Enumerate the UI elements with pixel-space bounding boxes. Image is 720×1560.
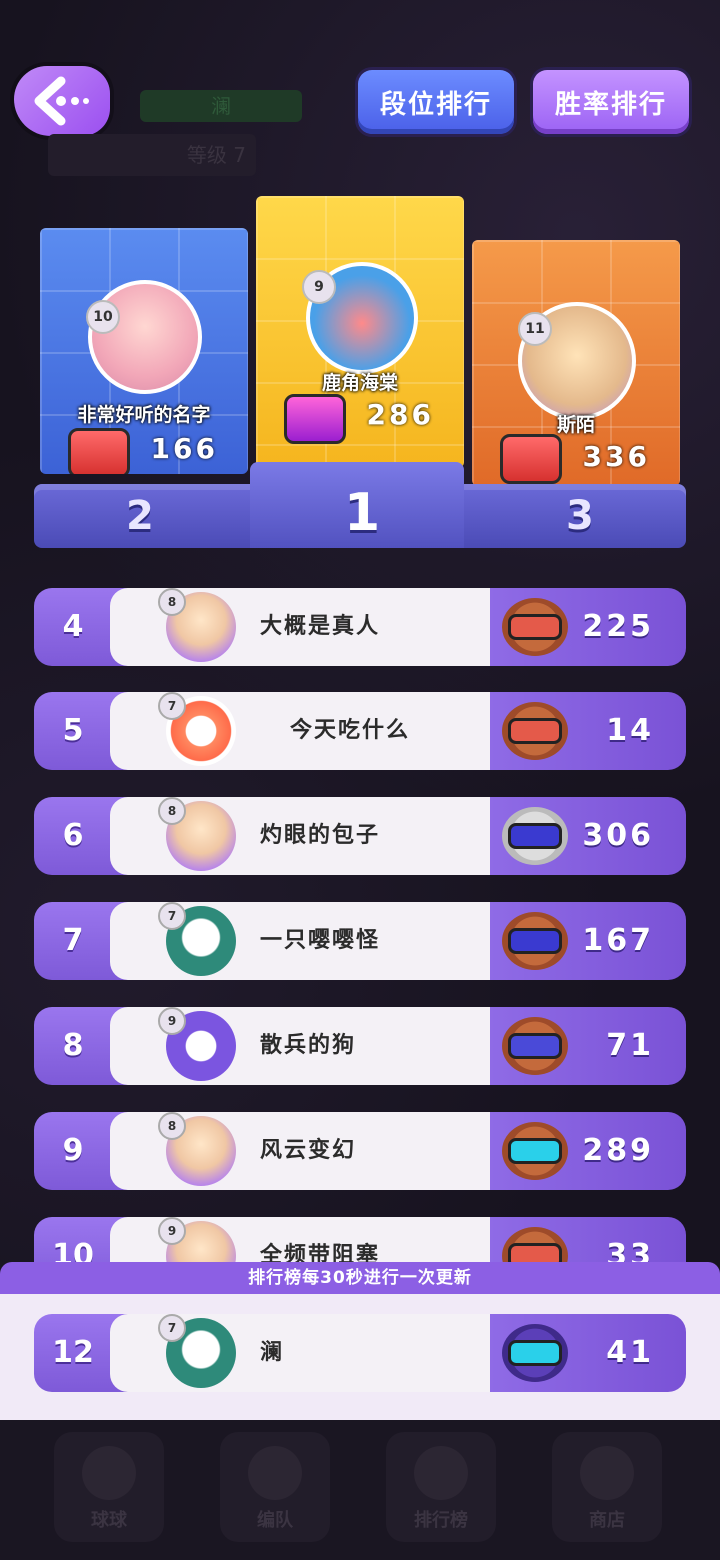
my-rank-row[interactable]: 12 7 澜 41: [34, 1314, 686, 1392]
list-item[interactable]: 4 8 大概是真人 225: [34, 588, 686, 666]
tab-winrate-ranking[interactable]: 胜率排行: [533, 70, 689, 134]
score: 14: [606, 713, 654, 748]
back-arrow-icon: [34, 76, 89, 126]
player-name: 鹿角海棠: [321, 372, 398, 394]
score: 336: [582, 440, 650, 473]
back-button[interactable]: [14, 66, 110, 136]
player-name-ghost: 澜: [140, 90, 302, 122]
player-card: 8 灼眼的包子 306: [110, 797, 686, 875]
nav-label: 球球: [91, 1510, 127, 1531]
team-icon: [248, 1446, 302, 1500]
goggles-icon: [500, 434, 562, 484]
player-card: 7 澜 41: [110, 1314, 686, 1392]
list-item[interactable]: 5 7 今天吃什么 14: [34, 692, 686, 770]
place-number: 2: [126, 493, 154, 539]
rank-number: 5: [62, 713, 84, 748]
rank-number: 12: [52, 1335, 94, 1370]
list-item[interactable]: 9 8 风云变幻 289: [34, 1112, 686, 1190]
rank-number: 8: [62, 1028, 84, 1063]
level-badge: 8: [158, 1112, 186, 1140]
player-name: 非常好听的名字: [77, 404, 211, 426]
player-name: 大概是真人: [260, 614, 381, 639]
level-badge: 7: [158, 692, 186, 720]
score: 306: [582, 818, 654, 853]
goggles-icon: [502, 702, 568, 760]
ball-icon: [82, 1446, 136, 1500]
list-item[interactable]: 7 7 一只嘤嘤怪 167: [34, 902, 686, 980]
goggles-icon: [502, 1324, 568, 1382]
level-badge: 8: [158, 797, 186, 825]
player-name: 风云变幻: [260, 1138, 357, 1163]
level-badge: 11: [518, 312, 552, 346]
update-notice: 排行榜每30秒进行一次更新: [0, 1262, 720, 1294]
goggles-icon: [68, 428, 130, 474]
place-number: 1: [344, 483, 381, 543]
avatar: [88, 280, 202, 394]
player-name: 澜: [260, 1340, 285, 1365]
podium-third[interactable]: 11 斯陌 336: [472, 240, 680, 486]
score: 286: [366, 398, 434, 431]
player-level-ghost: 等级 7: [48, 134, 256, 176]
rank-number: 6: [62, 818, 84, 853]
goggles-icon: [284, 394, 346, 444]
nav-ball[interactable]: 球球: [54, 1432, 164, 1542]
goggles-icon: [502, 807, 568, 865]
level-badge: 9: [158, 1007, 186, 1035]
rank-number: 9: [62, 1133, 84, 1168]
score: 41: [606, 1335, 654, 1370]
bottom-nav: 球球 编队 排行榜 商店: [0, 1420, 720, 1560]
score: 289: [582, 1133, 654, 1168]
goggles-icon: [502, 598, 568, 656]
nav-label: 编队: [257, 1510, 293, 1531]
goggles-icon: [502, 1122, 568, 1180]
score: 71: [606, 1028, 654, 1063]
flower-icon: [414, 1446, 468, 1500]
player-card: 8 大概是真人 225: [110, 588, 686, 666]
player-name: 散兵的狗: [260, 1033, 357, 1058]
rank-number: 4: [62, 609, 84, 644]
player-card: 8 风云变幻 289: [110, 1112, 686, 1190]
nav-team[interactable]: 编队: [220, 1432, 330, 1542]
list-item[interactable]: 8 9 散兵的狗 71: [34, 1007, 686, 1085]
player-card: 9 散兵的狗 71: [110, 1007, 686, 1085]
podium-second[interactable]: 10 非常好听的名字 166: [40, 228, 248, 474]
tab-rank-ranking[interactable]: 段位排行: [358, 70, 514, 134]
cart-icon: [580, 1446, 634, 1500]
player-card: 7 今天吃什么 14: [110, 692, 686, 770]
place-number: 3: [566, 493, 594, 539]
score: 166: [150, 432, 218, 465]
list-item[interactable]: 6 8 灼眼的包子 306: [34, 797, 686, 875]
player-name: 一只嘤嘤怪: [260, 928, 381, 953]
player-name: 斯陌: [556, 414, 595, 436]
player-name: 灼眼的包子: [260, 823, 381, 848]
podium-first[interactable]: 9 鹿角海棠 286: [256, 196, 464, 468]
player-name: 今天吃什么: [290, 718, 411, 743]
level-badge: 9: [302, 270, 336, 304]
level-badge: 9: [158, 1217, 186, 1245]
goggles-icon: [502, 912, 568, 970]
level-badge: 8: [158, 588, 186, 616]
rank-number: 7: [62, 923, 84, 958]
goggles-icon: [502, 1017, 568, 1075]
level-badge: 7: [158, 1314, 186, 1342]
player-card: 7 一只嘤嘤怪 167: [110, 902, 686, 980]
score: 225: [582, 609, 654, 644]
nav-label: 商店: [589, 1510, 625, 1531]
nav-label: 排行榜: [414, 1510, 468, 1531]
score: 167: [582, 923, 654, 958]
nav-leaderboard[interactable]: 排行榜: [386, 1432, 496, 1542]
nav-shop[interactable]: 商店: [552, 1432, 662, 1542]
podium-base-first: 1: [250, 462, 464, 548]
level-badge: 10: [86, 300, 120, 334]
level-badge: 7: [158, 902, 186, 930]
